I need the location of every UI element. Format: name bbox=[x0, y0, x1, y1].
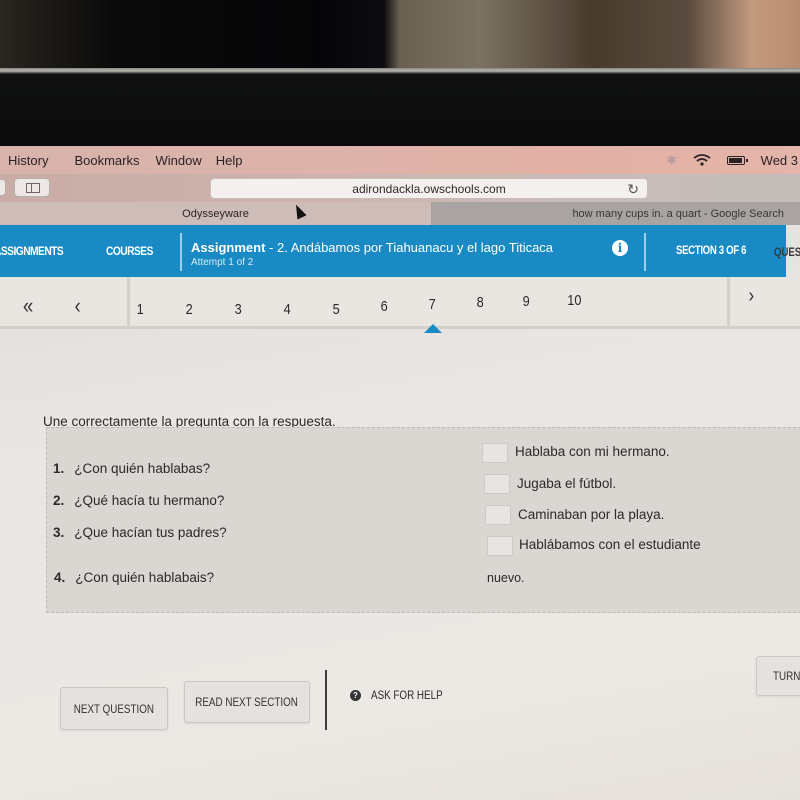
answer-4-continued[interactable]: nuevo. bbox=[487, 571, 525, 585]
sidebar-toggle-button[interactable] bbox=[14, 178, 50, 197]
prompt-number: 4. bbox=[54, 570, 66, 585]
next-question-button[interactable]: NEXT QUESTION bbox=[60, 687, 168, 730]
prompt-number: 3. bbox=[53, 525, 65, 540]
answer-4[interactable]: Hablábamos con el estudiante bbox=[519, 537, 701, 552]
toolbar-button[interactable] bbox=[0, 179, 6, 196]
laptop-screen: History Bookmarks Window Help ✱ Wed 3 ad… bbox=[0, 146, 800, 800]
page-10[interactable]: 10 bbox=[567, 292, 581, 309]
background-photo bbox=[0, 0, 800, 72]
assignment-name: - 2. Andábamos por Tiahuanacu y el lago … bbox=[269, 240, 554, 255]
prompt-number: 1. bbox=[53, 461, 65, 476]
app-header: ASSIGNMENTS COURSES Assignment - 2. Andá… bbox=[0, 225, 786, 277]
browser-toolbar: adirondackla.owschools.com ↻ bbox=[0, 174, 800, 202]
answer-3-drag-handle[interactable] bbox=[485, 505, 511, 525]
next-question-arrow[interactable]: › bbox=[749, 285, 755, 308]
nav-assignments[interactable]: ASSIGNMENTS bbox=[0, 225, 64, 277]
assignment-title: Assignment - 2. Andábamos por Tiahuanacu… bbox=[191, 240, 553, 255]
menu-clock[interactable]: Wed 3 bbox=[761, 153, 798, 168]
menu-window[interactable]: Window bbox=[155, 153, 201, 168]
prompt-text: ¿Con quién hablabas? bbox=[74, 461, 211, 476]
answer-2[interactable]: Jugaba el fútbol. bbox=[517, 476, 616, 491]
sidebar-icon bbox=[26, 183, 40, 193]
prompt-3: 3. ¿Que hacían tus padres? bbox=[53, 525, 227, 540]
laptop-bezel bbox=[0, 68, 800, 184]
question-pager: « ‹ 1 2 3 4 5 6 7 8 9 10 › bbox=[0, 277, 800, 333]
menu-help[interactable]: Help bbox=[216, 153, 243, 168]
first-question-button[interactable]: « bbox=[23, 293, 33, 319]
prompt-text: ¿Con quién hablabais? bbox=[75, 570, 215, 585]
answer-1-drag-handle[interactable] bbox=[482, 443, 508, 463]
page-1[interactable]: 1 bbox=[137, 301, 144, 318]
answer-1[interactable]: Hablaba con mi hermano. bbox=[515, 444, 670, 459]
tab-label: Odysseyware bbox=[182, 207, 249, 220]
page-2[interactable]: 2 bbox=[186, 301, 193, 318]
tab-odysseyware[interactable]: Odysseyware bbox=[0, 202, 432, 225]
ask-for-help-button[interactable]: ? ASK FOR HELP bbox=[350, 688, 458, 702]
tab-google-search[interactable]: how many cups in. a quart - Google Searc… bbox=[432, 202, 800, 225]
page-5[interactable]: 5 bbox=[333, 301, 340, 318]
actions-divider bbox=[325, 670, 327, 730]
current-page-indicator bbox=[424, 324, 442, 333]
questions-tab[interactable]: QUES bbox=[774, 245, 800, 259]
prompt-number: 2. bbox=[53, 493, 65, 508]
address-bar[interactable]: adirondackla.owschools.com ↻ bbox=[210, 178, 648, 199]
nav-courses[interactable]: COURSES bbox=[106, 225, 153, 277]
menu-bar: History Bookmarks Window Help ✱ Wed 3 bbox=[0, 146, 800, 174]
tab-label: how many cups in. a quart - Google Searc… bbox=[572, 207, 784, 220]
pager-nav-left: « ‹ bbox=[0, 277, 130, 329]
read-next-section-label: READ NEXT SECTION bbox=[195, 695, 299, 709]
prompt-2: 2. ¿Qué hacía tu hermano? bbox=[53, 493, 224, 508]
next-question-label: NEXT QUESTION bbox=[73, 701, 155, 716]
turn-in-label: TURN I bbox=[773, 669, 800, 683]
ask-for-help-label: ASK FOR HELP bbox=[371, 688, 443, 702]
previous-question-button[interactable]: ‹ bbox=[75, 293, 81, 319]
menu-bookmarks[interactable]: Bookmarks bbox=[74, 153, 139, 168]
page-4[interactable]: 4 bbox=[284, 301, 291, 318]
matching-area: 1. ¿Con quién hablabas? 2. ¿Qué hacía tu h… bbox=[46, 427, 800, 613]
turn-in-button[interactable]: TURN I bbox=[756, 656, 800, 696]
page-3[interactable]: 3 bbox=[235, 301, 242, 318]
section-indicator[interactable]: SECTION 3 OF 6 bbox=[676, 243, 747, 257]
tab-bar: Odysseyware how many cups in. a quart - … bbox=[0, 202, 800, 225]
page-6[interactable]: 6 bbox=[381, 298, 388, 315]
info-icon[interactable]: i bbox=[612, 240, 628, 256]
url-text: adirondackla.owschools.com bbox=[352, 181, 506, 196]
page-8[interactable]: 8 bbox=[477, 294, 484, 311]
read-next-section-button[interactable]: READ NEXT SECTION bbox=[184, 681, 310, 723]
assignment-label: Assignment bbox=[191, 240, 266, 255]
battery-icon[interactable] bbox=[726, 155, 748, 165]
answer-2-drag-handle[interactable] bbox=[484, 474, 510, 494]
prompt-4: 4. ¿Con quién hablabais? bbox=[54, 570, 214, 585]
page-9[interactable]: 9 bbox=[523, 293, 530, 310]
wifi-icon[interactable] bbox=[693, 154, 711, 166]
help-icon: ? bbox=[350, 689, 361, 701]
header-divider bbox=[644, 233, 646, 271]
pager-nav-right: › bbox=[727, 277, 800, 329]
reload-icon[interactable]: ↻ bbox=[627, 181, 639, 198]
bluetooth-icon[interactable]: ✱ bbox=[667, 153, 677, 167]
header-divider bbox=[180, 233, 182, 271]
answer-4-drag-handle[interactable] bbox=[487, 536, 513, 556]
prompt-text: ¿Qué hacía tu hermano? bbox=[74, 493, 225, 508]
answer-3[interactable]: Caminaban por la playa. bbox=[518, 507, 664, 522]
prompt-text: ¿Que hacían tus padres? bbox=[74, 525, 227, 540]
menu-history[interactable]: History bbox=[8, 153, 48, 168]
page-7-current[interactable]: 7 bbox=[429, 296, 436, 313]
prompt-1: 1. ¿Con quién hablabas? bbox=[53, 461, 210, 476]
attempt-counter: Attempt 1 of 2 bbox=[191, 257, 254, 268]
